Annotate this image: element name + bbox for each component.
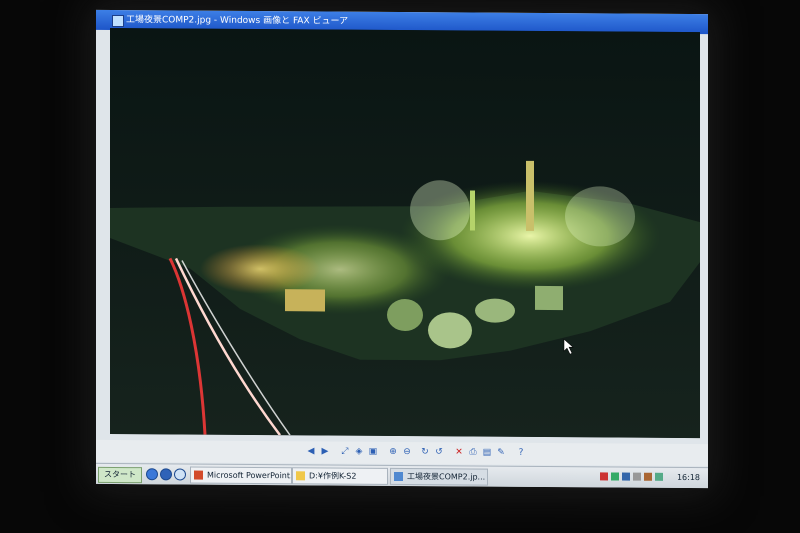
system-tray: 16:18 bbox=[600, 469, 704, 485]
task-label: 工場夜景COMP2.jp... bbox=[407, 472, 486, 482]
zoom-in-icon[interactable]: ⊕ bbox=[388, 447, 398, 457]
save-icon[interactable]: ▤ bbox=[482, 448, 492, 458]
start-button[interactable]: スタート bbox=[98, 466, 142, 484]
delete-icon[interactable]: ✕ bbox=[454, 447, 464, 457]
network-icon[interactable] bbox=[611, 472, 619, 481]
taskbar-item-image-viewer[interactable]: 工場夜景COMP2.jp... bbox=[390, 467, 488, 486]
language-bar-icon[interactable] bbox=[622, 472, 630, 481]
internet-explorer-icon[interactable] bbox=[146, 468, 158, 481]
viewer-toolbar: ◀ ▶ ⤢ ◈ ▣ ⊕ ⊖ ↻ ↺ ✕ ⎙ ▤ ✎ ? bbox=[96, 439, 708, 467]
taskbar-item-powerpoint[interactable]: Microsoft PowerPoint... bbox=[190, 466, 292, 485]
projected-screen: 工場夜景COMP2.jpg - Windows 画像と FAX ビューア _ □… bbox=[96, 9, 708, 489]
edit-icon[interactable]: ✎ bbox=[496, 448, 506, 458]
task-label: D:¥作例K-S2 bbox=[309, 471, 357, 481]
image-view-area bbox=[110, 27, 700, 439]
best-fit-icon[interactable]: ⤢ bbox=[340, 447, 350, 457]
help-icon[interactable]: ? bbox=[516, 448, 526, 458]
previous-icon[interactable]: ◀ bbox=[306, 446, 316, 456]
rotate-ccw-icon[interactable]: ↺ bbox=[434, 447, 444, 457]
security-alert-icon[interactable] bbox=[600, 472, 608, 481]
powerpoint-icon bbox=[194, 470, 203, 480]
volume-icon[interactable] bbox=[633, 472, 641, 481]
show-desktop-icon[interactable] bbox=[174, 468, 186, 481]
slideshow-icon[interactable]: ▣ bbox=[368, 447, 378, 457]
factory-night-photo bbox=[110, 27, 700, 439]
task-label: Microsoft PowerPoint... bbox=[207, 470, 292, 481]
image-viewer-icon bbox=[112, 14, 124, 28]
image-viewer-icon bbox=[394, 471, 403, 482]
taskbar: スタート Microsoft PowerPoint... D:¥作例K-S2 工… bbox=[96, 462, 708, 489]
rotate-cw-icon[interactable]: ↻ bbox=[420, 447, 430, 457]
safely-remove-hardware-icon[interactable] bbox=[644, 472, 652, 481]
actual-size-icon[interactable]: ◈ bbox=[354, 447, 364, 457]
folder-icon bbox=[296, 471, 305, 481]
taskbar-item-folder[interactable]: D:¥作例K-S2 bbox=[292, 467, 388, 485]
next-icon[interactable]: ▶ bbox=[320, 446, 330, 456]
print-icon[interactable]: ⎙ bbox=[468, 447, 478, 457]
media-player-icon[interactable] bbox=[160, 468, 172, 481]
taskbar-clock: 16:18 bbox=[676, 472, 700, 483]
zoom-out-icon[interactable]: ⊖ bbox=[402, 447, 412, 457]
tray-app-icon[interactable] bbox=[655, 472, 663, 481]
